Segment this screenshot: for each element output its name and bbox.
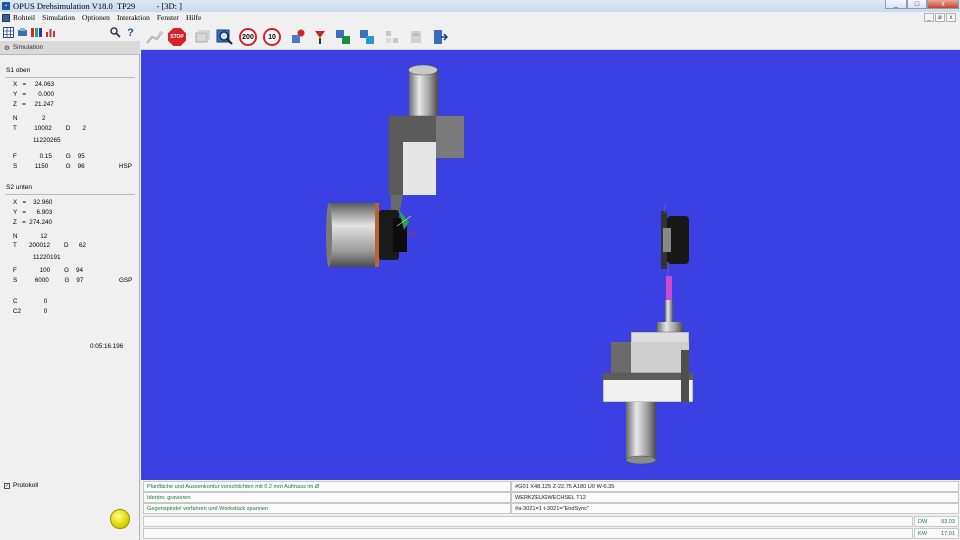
s2-n-value: N 12	[13, 233, 48, 240]
minimize-button[interactable]: _	[885, 0, 907, 9]
grid-view-icon[interactable]	[3, 27, 14, 38]
simulation-icon: ⚙	[4, 44, 10, 52]
s2-y-value: Y = 6.903	[13, 209, 53, 216]
s2-ident-value: 11220191	[33, 254, 61, 261]
s2-t-value: T 200012 D 62	[13, 242, 87, 249]
toolbar: ? STOP 200 10	[0, 23, 960, 50]
speed-200-button[interactable]: 200	[238, 27, 258, 47]
sync-disabled-icon[interactable]	[382, 27, 402, 47]
menu-rohteil[interactable]: Rohteil	[13, 13, 35, 22]
message-line-3: Gegenspindel vorfahren und Werkstück spa…	[143, 503, 511, 514]
dw-readout: DW 93.03	[914, 516, 959, 527]
measure-disabled-icon[interactable]	[406, 27, 426, 47]
protokoll-label: Protokoll	[13, 482, 39, 489]
zoom-icon[interactable]	[215, 27, 235, 47]
spindle-1-icon[interactable]	[333, 27, 353, 47]
speed-limit-200-icon: 200	[239, 28, 257, 46]
machine-scene	[326, 64, 694, 465]
exit-icon[interactable]	[430, 27, 450, 47]
s2-c2-value: C2 0	[13, 308, 48, 315]
app-window: ▪ OPUS Drehsimulation V18.0 TP29 - [3D: …	[0, 0, 960, 540]
nc-code-line-2: WERKZEUGWECHSEL T12	[511, 492, 959, 503]
menu-fenster[interactable]: Fenster	[157, 13, 179, 22]
toolchange-stop-icon[interactable]	[288, 27, 308, 47]
s1-section-title: S1 oben	[6, 67, 31, 74]
dw-label: DW	[918, 518, 928, 525]
robot-arm-icon[interactable]	[144, 27, 164, 47]
s2-c-value: C 0	[13, 298, 48, 305]
lower-tool-holder	[602, 276, 694, 465]
help-icon[interactable]: ?	[125, 27, 136, 39]
tool-break-icon[interactable]	[310, 27, 330, 47]
tools-icon[interactable]	[110, 27, 121, 38]
maximize-button[interactable]: □	[907, 0, 927, 9]
s1-t-value: T 10002 D 2	[13, 125, 87, 132]
speed-10-button[interactable]: 10	[262, 27, 282, 47]
s1-x-value: X = 24.063	[13, 81, 55, 88]
chart-icon[interactable]	[45, 27, 56, 38]
mdi-minimize-button[interactable]: _	[924, 13, 934, 22]
simulation-tab-label: Simulation	[12, 44, 44, 51]
dw-value: 93.03	[941, 518, 955, 525]
close-button[interactable]: x	[927, 0, 959, 9]
left-panel: ⚙ Simulation S1 oben X = 24.063 Y = 0.00…	[0, 41, 140, 540]
kw-label: KW	[918, 530, 928, 537]
status-grid: Planfläche und Aussenkontur vorschlichte…	[141, 480, 960, 540]
s1-z-value: Z = 21.247	[13, 101, 54, 108]
kw-value: 17.01	[941, 530, 955, 537]
app-icon: ▪	[2, 2, 10, 10]
s1-y-value: Y = 0.000	[13, 91, 55, 98]
message-line-2: Identnr. gravieren	[143, 492, 511, 503]
mdi-restore-button[interactable]: ø	[935, 13, 945, 22]
menu-optionen[interactable]: Optionen	[82, 13, 110, 22]
s2-divider	[5, 194, 135, 195]
nc-code-line-3: #a-3021=1 t-3021="EndSync"	[511, 503, 959, 514]
machine-setup-icon[interactable]	[17, 27, 28, 38]
s2-mode: GSP	[119, 277, 133, 284]
message-line-1: Planfläche und Aussenkontur vorschlichte…	[143, 481, 511, 492]
spindle-2-icon[interactable]	[357, 27, 377, 47]
window-title: OPUS Drehsimulation V18.0 TP29 - [3D: ]	[13, 1, 182, 11]
s2-z-value: Z = 274.240	[13, 219, 53, 226]
stop-sign-icon: STOP	[168, 28, 186, 46]
menu-bar: Rohteil Simulation Optionen Interaktion …	[0, 12, 960, 23]
s1-ident-value: 11220265	[33, 137, 61, 144]
kw-readout: KW 17.01	[914, 528, 959, 539]
s1-f-value: F 0.15 G 95	[13, 153, 85, 160]
stop-button[interactable]: STOP	[167, 27, 187, 47]
step-icon[interactable]	[192, 27, 212, 47]
menu-hilfe[interactable]: Hilfe	[186, 13, 201, 22]
menu-simulation[interactable]: Simulation	[42, 13, 75, 22]
title-bar: ▪ OPUS Drehsimulation V18.0 TP29 - [3D: …	[0, 0, 960, 12]
elapsed-time: 0:05:16.196	[90, 343, 124, 350]
status-indicator-icon	[110, 509, 130, 529]
protokoll-checkbox[interactable]: ✓	[4, 482, 10, 489]
empty-line-1	[143, 516, 913, 527]
3d-viewport[interactable]	[141, 50, 960, 480]
color-palette-icon[interactable]	[31, 27, 42, 38]
s2-x-value: X = 32.960	[13, 199, 53, 206]
protokoll-toggle[interactable]: ✓ Protokoll	[4, 482, 38, 489]
simulation-tab[interactable]: ⚙ Simulation	[0, 41, 140, 55]
mdi-close-button[interactable]: x	[946, 13, 956, 22]
s2-section-title: S2 unten	[6, 184, 33, 191]
main-spindle-chuck	[326, 203, 416, 267]
empty-line-2	[143, 528, 913, 539]
counter-spindle-chuck	[661, 204, 689, 276]
document-icon[interactable]	[2, 13, 10, 22]
speed-limit-10-icon: 10	[263, 28, 281, 46]
s1-mode: HSP	[119, 163, 132, 170]
upper-tool-holder	[388, 64, 465, 215]
s2-s-value: S 6000 G 97	[13, 277, 84, 284]
nc-code-line-1: #G01 X48.125 Z-22.75 A180 U0 W-6.35	[511, 481, 959, 492]
s1-s-value: S 1150 G 96	[13, 163, 85, 170]
mdi-controls: _ ø x	[924, 13, 956, 22]
s1-divider	[5, 77, 135, 78]
menu-interaktion[interactable]: Interaktion	[117, 13, 150, 22]
s2-f-value: F 100 G 94	[13, 267, 83, 274]
s1-n-value: N 2	[13, 115, 46, 122]
